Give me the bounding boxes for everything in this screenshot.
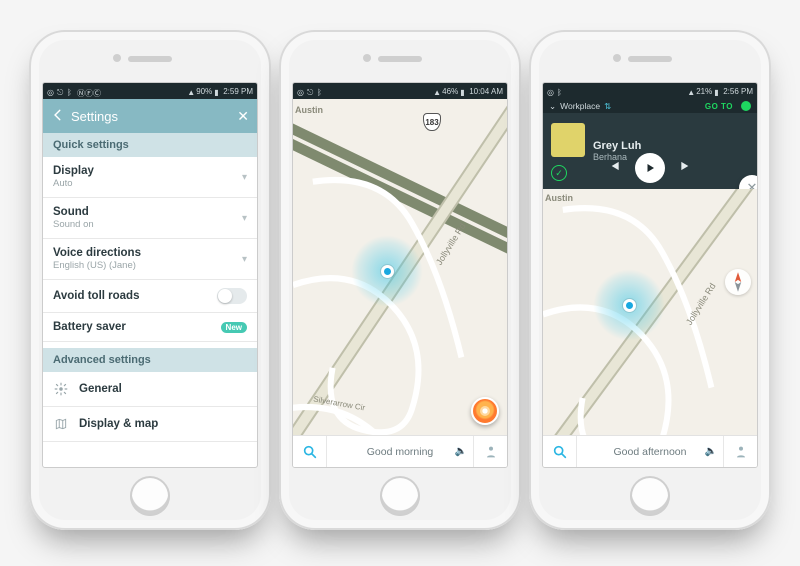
row-general[interactable]: General — [43, 372, 257, 407]
carpool-button[interactable] — [473, 436, 507, 467]
row-battery-saver[interactable]: Battery saver New — [43, 313, 257, 342]
greeting-text: Good afternoon — [614, 446, 687, 458]
status-left: ◎ᛒ — [547, 88, 564, 95]
home-button[interactable] — [630, 476, 670, 516]
search-button[interactable] — [543, 436, 577, 467]
destination-label: Workplace — [560, 101, 600, 111]
row-display-map[interactable]: Display & map — [43, 407, 257, 442]
chevron-down-icon: ▾ — [242, 254, 247, 265]
carpool-button[interactable] — [723, 436, 757, 467]
greeting-text: Good morning — [367, 446, 434, 458]
status-right: ▲ 46% ▮ 10:04 AM — [433, 87, 503, 96]
row-sound-title: Sound — [53, 206, 236, 218]
battery-text: 46% — [442, 87, 458, 96]
bottom-bar: Good morning 🔈 — [293, 435, 507, 467]
chevron-down-icon: ⌄ — [549, 101, 556, 112]
sound-icon[interactable]: 🔈 — [455, 446, 467, 457]
chevron-down-icon: ▾ — [242, 213, 247, 224]
prev-track-icon[interactable] — [607, 159, 621, 178]
status-time: 10:04 AM — [469, 87, 503, 96]
destination-banner[interactable]: ⌄ Workplace ⇅ GO TO — [543, 99, 757, 113]
map-icon — [53, 417, 69, 431]
play-button[interactable] — [635, 153, 665, 183]
city-label: Austin — [295, 105, 323, 115]
greeting-bar[interactable]: Good afternoon 🔈 — [577, 436, 723, 467]
track-title: Grey Luh — [593, 140, 641, 152]
chevron-down-icon: ▾ — [242, 172, 247, 183]
row-toll-title: Avoid toll roads — [53, 290, 217, 302]
go-to-button[interactable]: GO TO — [705, 102, 733, 111]
status-right: ▲ 90% ▮ 2:59 PM — [187, 87, 253, 96]
search-button[interactable] — [293, 436, 327, 467]
gear-icon — [53, 382, 69, 396]
compass-button[interactable] — [725, 269, 751, 295]
phone-earpiece — [378, 56, 422, 62]
back-icon[interactable] — [51, 108, 65, 125]
status-left: ◎⎋ᛒ — [297, 88, 324, 95]
row-voice[interactable]: Voice directions English (US) (Jane) ▾ — [43, 239, 257, 280]
home-button[interactable] — [130, 476, 170, 516]
city-label: Austin — [545, 193, 573, 203]
sync-icon: ⇅ — [604, 101, 611, 112]
next-track-icon[interactable] — [679, 159, 693, 178]
quick-settings-header: Quick settings — [43, 133, 257, 157]
map-view[interactable]: Austin Jollyville Rd Silverarrow Cir 183… — [293, 99, 507, 467]
phone-earpiece — [128, 56, 172, 62]
row-sound-sub: Sound on — [53, 219, 236, 230]
sound-icon[interactable]: 🔈 — [705, 446, 717, 457]
greeting-bar[interactable]: Good morning 🔈 — [327, 436, 473, 467]
home-button[interactable] — [380, 476, 420, 516]
status-bar: ◎⎋ᛒ ▲ 46% ▮ 10:04 AM — [293, 83, 507, 99]
battery-text: 90% — [196, 87, 212, 96]
location-dot — [381, 265, 394, 278]
phone-camera — [613, 54, 621, 62]
settings-title: Settings — [71, 109, 118, 124]
bottom-bar: Good afternoon 🔈 — [543, 435, 757, 467]
status-bar: ◎ᛒ ▲ 21% ▮ 2:56 PM — [543, 83, 757, 99]
phone-camera — [363, 54, 371, 62]
status-left: ◎⎋ᛒⓃⒻⒸ — [47, 88, 84, 95]
phone-map-morning: ◎⎋ᛒ ▲ 46% ▮ 10:04 AM — [279, 30, 521, 530]
music-player: Grey Luh Berhana ✓ ✕ — [543, 113, 757, 189]
battery-text: 21% — [696, 87, 712, 96]
row-toll[interactable]: Avoid toll roads — [43, 280, 257, 313]
status-time: 2:59 PM — [223, 87, 253, 96]
phone-earpiece — [628, 56, 672, 62]
screen: ◎⎋ᛒⓃⒻⒸ ▲ 90% ▮ 2:59 PM Settings ✕ Quick … — [42, 82, 258, 468]
row-display-title: Display — [53, 165, 236, 177]
advanced-settings-header: Advanced settings — [43, 348, 257, 372]
screen: ◎⎋ᛒ ▲ 46% ▮ 10:04 AM — [292, 82, 508, 468]
toll-toggle[interactable] — [217, 288, 247, 304]
map-view[interactable]: Austin Jollyville Rd Good afternoon 🔈 — [543, 189, 757, 467]
row-voice-sub: English (US) (Jane) — [53, 260, 236, 271]
row-sound[interactable]: Sound Sound on ▾ — [43, 198, 257, 239]
row-general-label: General — [79, 383, 122, 395]
saved-check-icon[interactable]: ✓ — [551, 165, 567, 181]
album-art — [551, 123, 585, 157]
new-badge: New — [221, 322, 247, 333]
row-battery-title: Battery saver — [53, 321, 221, 333]
row-display-map-label: Display & map — [79, 418, 158, 430]
row-display-sub: Auto — [53, 178, 236, 189]
row-display[interactable]: Display Auto ▾ — [43, 157, 257, 198]
screen: ◎ᛒ ▲ 21% ▮ 2:56 PM ⌄ Workplace ⇅ GO TO — [542, 82, 758, 468]
row-voice-title: Voice directions — [53, 247, 236, 259]
status-right: ▲ 21% ▮ 2:56 PM — [687, 87, 753, 96]
location-dot — [623, 299, 636, 312]
phone-camera — [113, 54, 121, 62]
status-time: 2:56 PM — [723, 87, 753, 96]
settings-header: Settings ✕ — [43, 99, 257, 133]
report-button[interactable] — [471, 397, 499, 425]
spotify-icon[interactable] — [741, 101, 751, 111]
status-bar: ◎⎋ᛒⓃⒻⒸ ▲ 90% ▮ 2:59 PM — [43, 83, 257, 99]
phone-settings: ◎⎋ᛒⓃⒻⒸ ▲ 90% ▮ 2:59 PM Settings ✕ Quick … — [29, 30, 271, 530]
close-icon[interactable]: ✕ — [237, 108, 249, 125]
phone-map-player: ◎ᛒ ▲ 21% ▮ 2:56 PM ⌄ Workplace ⇅ GO TO — [529, 30, 771, 530]
